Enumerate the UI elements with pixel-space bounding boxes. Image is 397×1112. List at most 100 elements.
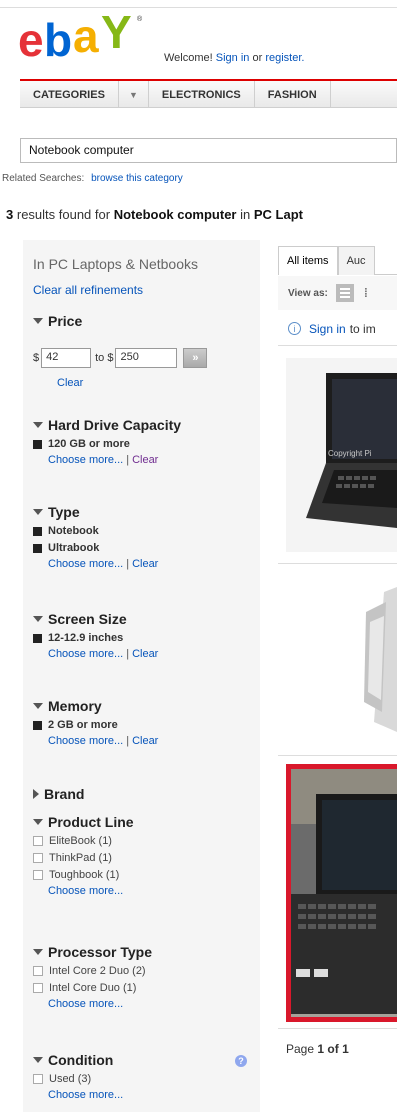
hdd-selected[interactable]: 120 GB or more: [33, 438, 181, 450]
laptop-thumbnail[interactable]: [286, 764, 397, 1022]
price-section: Price: [33, 313, 82, 329]
listing-item[interactable]: [278, 564, 397, 756]
hdd-selected-label: 120 GB or more: [48, 438, 130, 450]
product-line-option[interactable]: Toughbook (1): [33, 869, 134, 881]
price-go-button[interactable]: »: [183, 348, 208, 368]
hdd-section: Hard Drive Capacity 120 GB or more Choos…: [33, 417, 181, 466]
condition-option[interactable]: Used (3): [33, 1073, 123, 1085]
page-prefix: Page: [286, 1042, 315, 1056]
product-line-option[interactable]: ThinkPad (1): [33, 852, 134, 864]
triangle-down-icon: [33, 703, 43, 709]
hdd-choose-more[interactable]: Choose more...: [48, 454, 123, 466]
checkbox[interactable]: [33, 853, 43, 863]
type-selected-ultrabook[interactable]: Ultrabook: [33, 542, 158, 554]
grid-view-icon[interactable]: ⁞: [364, 286, 368, 300]
product-line-choose-more[interactable]: Choose more...: [48, 885, 123, 897]
checkbox[interactable]: [33, 836, 43, 846]
sign-in-banner: i Sign in to im: [278, 312, 397, 346]
sign-in-link[interactable]: Sign in: [216, 52, 250, 64]
memory-section: Memory 2 GB or more Choose more... | Clear: [33, 698, 158, 747]
checkbox[interactable]: [33, 966, 43, 976]
memory-heading[interactable]: Memory: [33, 698, 158, 714]
checkbox[interactable]: [33, 1074, 43, 1084]
selected-square-icon: [33, 543, 42, 553]
condition-heading-label: Condition: [48, 1052, 114, 1068]
price-max-input[interactable]: 250: [115, 348, 178, 368]
price-min-input[interactable]: 42: [41, 348, 92, 368]
tab-all-items[interactable]: All items: [278, 246, 338, 275]
type-selected-label: Ultrabook: [48, 542, 100, 554]
banner-sign-in-link[interactable]: Sign in: [309, 322, 346, 336]
search-input[interactable]: Notebook computer: [20, 138, 397, 163]
product-line-heading[interactable]: Product Line: [33, 814, 134, 830]
brand-heading[interactable]: Brand: [33, 786, 84, 802]
category-nav: CATEGORIES ▼ ELECTRONICS FASHION: [20, 79, 397, 108]
screen-clear[interactable]: Clear: [132, 648, 158, 660]
help-icon[interactable]: ?: [235, 1055, 247, 1067]
separator: |: [126, 558, 130, 570]
screen-selected[interactable]: 12-12.9 inches: [33, 632, 158, 644]
svg-text:a: a: [73, 12, 99, 62]
pagination: Page 1 of 1: [286, 1042, 349, 1056]
nav-fashion[interactable]: FASHION: [255, 81, 331, 108]
welcome-message: Welcome! Sign in or register.: [164, 52, 304, 64]
listing-tabs: All items Auc: [278, 246, 397, 275]
nav-electronics[interactable]: ELECTRONICS: [149, 81, 255, 108]
product-line-section: Product Line EliteBook (1) ThinkPad (1) …: [33, 814, 134, 897]
processor-option[interactable]: Intel Core Duo (1): [33, 982, 152, 994]
list-view-icon[interactable]: [335, 284, 354, 302]
watermark-text: Copyright Pi: [328, 449, 372, 458]
nav-accent-line: [20, 79, 397, 81]
info-icon: i: [288, 322, 301, 335]
memory-selected[interactable]: 2 GB or more: [33, 719, 158, 731]
pagination-divider: [278, 1028, 397, 1029]
checkbox[interactable]: [33, 983, 43, 993]
chevron-down-icon[interactable]: ▼: [119, 81, 149, 108]
product-line-option[interactable]: EliteBook (1): [33, 835, 134, 847]
processor-choose-more[interactable]: Choose more...: [48, 998, 123, 1010]
product-line-links: Choose more...: [48, 885, 134, 897]
type-links: Choose more... | Clear: [48, 558, 158, 570]
nav-categories[interactable]: CATEGORIES: [20, 81, 119, 108]
brand-section: Brand: [33, 786, 84, 802]
hdd-heading[interactable]: Hard Drive Capacity: [33, 417, 181, 433]
results-category: PC Lapt: [253, 207, 303, 222]
browse-category-link[interactable]: browse this category: [91, 173, 183, 184]
condition-links: Choose more...: [48, 1089, 123, 1101]
ebay-logo[interactable]: e b a Y ®: [18, 12, 143, 62]
price-heading[interactable]: Price: [33, 313, 82, 329]
results-in: in: [240, 207, 251, 222]
type-clear[interactable]: Clear: [132, 558, 158, 570]
memory-clear[interactable]: Clear: [132, 735, 158, 747]
option-label: Intel Core Duo (1): [49, 982, 137, 994]
register-link[interactable]: register.: [265, 52, 304, 64]
view-as-label: View as:: [288, 287, 328, 299]
condition-choose-more[interactable]: Choose more...: [48, 1089, 123, 1101]
laptop-thumbnail[interactable]: Copyright Pi: [286, 358, 397, 552]
condition-heading[interactable]: Condition: [33, 1052, 123, 1068]
screen-size-heading[interactable]: Screen Size: [33, 611, 158, 627]
processor-heading[interactable]: Processor Type: [33, 944, 152, 960]
condition-section: Condition Used (3) Choose more...: [33, 1052, 123, 1101]
result-count: 3: [6, 207, 14, 222]
tab-auction[interactable]: Auc: [337, 246, 375, 275]
related-label: Related Searches:: [2, 173, 85, 184]
brand-heading-label: Brand: [44, 786, 85, 802]
hdd-clear[interactable]: Clear: [132, 454, 158, 466]
type-choose-more[interactable]: Choose more...: [48, 558, 123, 570]
memory-choose-more[interactable]: Choose more...: [48, 735, 123, 747]
type-selected-notebook[interactable]: Notebook: [33, 525, 158, 537]
type-heading[interactable]: Type: [33, 504, 158, 520]
page-total: 1: [342, 1042, 349, 1056]
selected-square-icon: [33, 633, 42, 643]
processor-option[interactable]: Intel Core 2 Duo (2): [33, 965, 152, 977]
selected-square-icon: [33, 526, 42, 536]
sidebar-title: In PC Laptops & Netbooks: [33, 256, 198, 272]
laptop-thumbnail[interactable]: [286, 582, 397, 742]
listing-item[interactable]: [278, 756, 397, 1028]
price-clear-link[interactable]: Clear: [57, 377, 83, 389]
listing-item[interactable]: Copyright Pi: [278, 346, 397, 564]
screen-choose-more[interactable]: Choose more...: [48, 648, 123, 660]
clear-all-refinements-link[interactable]: Clear all refinements: [33, 283, 143, 297]
checkbox[interactable]: [33, 870, 43, 880]
